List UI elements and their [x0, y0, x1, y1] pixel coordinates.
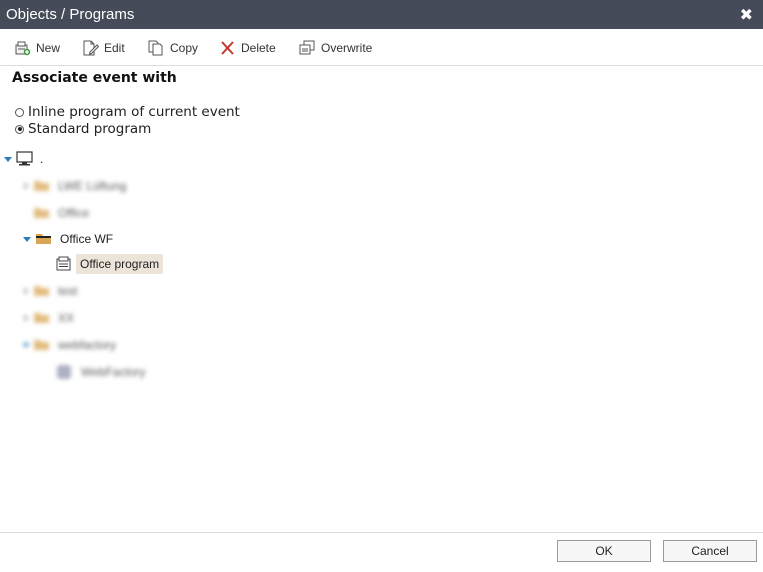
folder-icon: [34, 181, 49, 191]
tree-item-label-selected: Office program: [76, 254, 164, 274]
folder-icon: [34, 208, 49, 218]
tree-item-office-program[interactable]: Office program: [56, 254, 164, 274]
delete-button[interactable]: Delete: [219, 39, 276, 57]
collapse-arrow-icon[interactable]: [22, 314, 30, 322]
new-label: New: [36, 41, 61, 55]
folder-icon: [34, 286, 49, 296]
new-icon: [15, 41, 31, 56]
program-icon: [56, 256, 71, 271]
radio-inline-program[interactable]: Inline program of current event: [15, 104, 240, 120]
program-icon: [57, 365, 71, 379]
tree-item[interactable]: XX: [22, 311, 74, 325]
dialog-footer: OK Cancel: [0, 532, 763, 572]
delete-icon: [221, 41, 234, 55]
edit-icon: [83, 40, 99, 56]
tree-item-label: Office WF: [60, 232, 114, 246]
section-heading: Associate event with: [12, 70, 177, 86]
copy-icon: [148, 40, 163, 56]
window-title: Objects / Programs: [6, 6, 135, 23]
tree-item-label: Office: [58, 206, 90, 220]
tree-item-label: webfactory: [58, 338, 117, 352]
expand-arrow-icon[interactable]: [23, 235, 31, 243]
radio-button-checked-icon[interactable]: [15, 124, 24, 134]
tree-root-label: .: [40, 152, 44, 166]
computer-icon: [16, 151, 33, 166]
collapse-arrow-icon[interactable]: [22, 287, 30, 295]
overwrite-button[interactable]: Overwrite: [299, 39, 372, 57]
close-icon[interactable]: ✖: [740, 5, 753, 25]
toolbar: New Edit Copy Delete Overwrite: [0, 29, 763, 66]
copy-label: Copy: [170, 41, 199, 55]
edit-button[interactable]: Edit: [82, 39, 125, 57]
tree-item[interactable]: webfactory: [22, 338, 116, 352]
edit-label: Edit: [104, 41, 125, 55]
tree-item-office-wf[interactable]: Office WF: [23, 232, 113, 246]
tree-item[interactable]: Office: [34, 206, 89, 220]
folder-icon: [34, 340, 49, 350]
delete-label: Delete: [241, 41, 276, 55]
tree-item-label: test: [58, 284, 78, 298]
tree-item-label: LWE Lüftung: [58, 179, 127, 193]
cancel-button[interactable]: Cancel: [663, 540, 757, 562]
folder-icon: [36, 234, 51, 244]
expand-arrow-icon[interactable]: [22, 341, 30, 349]
radio-label-standard: Standard program: [28, 121, 152, 137]
overwrite-label: Overwrite: [321, 41, 373, 55]
title-bar: Objects / Programs ✖: [0, 0, 763, 29]
radio-standard-program[interactable]: Standard program: [15, 121, 151, 137]
overwrite-icon: [299, 40, 315, 55]
tree-item[interactable]: WebFactory: [56, 364, 145, 380]
tree-item[interactable]: LWE Lüftung: [22, 179, 126, 193]
folder-icon: [34, 313, 49, 323]
tree-root[interactable]: .: [4, 151, 43, 167]
tree-item-label: WebFactory: [81, 365, 146, 379]
collapse-arrow-icon[interactable]: [22, 182, 30, 190]
radio-button-unchecked-icon[interactable]: [15, 107, 24, 117]
new-button[interactable]: New: [14, 39, 60, 57]
ok-button[interactable]: OK: [557, 540, 651, 562]
tree-item-label: XX: [58, 311, 75, 325]
radio-label-inline: Inline program of current event: [28, 104, 240, 120]
tree-item[interactable]: test: [22, 284, 77, 298]
expand-arrow-icon[interactable]: [4, 155, 12, 163]
copy-button[interactable]: Copy: [148, 39, 198, 57]
